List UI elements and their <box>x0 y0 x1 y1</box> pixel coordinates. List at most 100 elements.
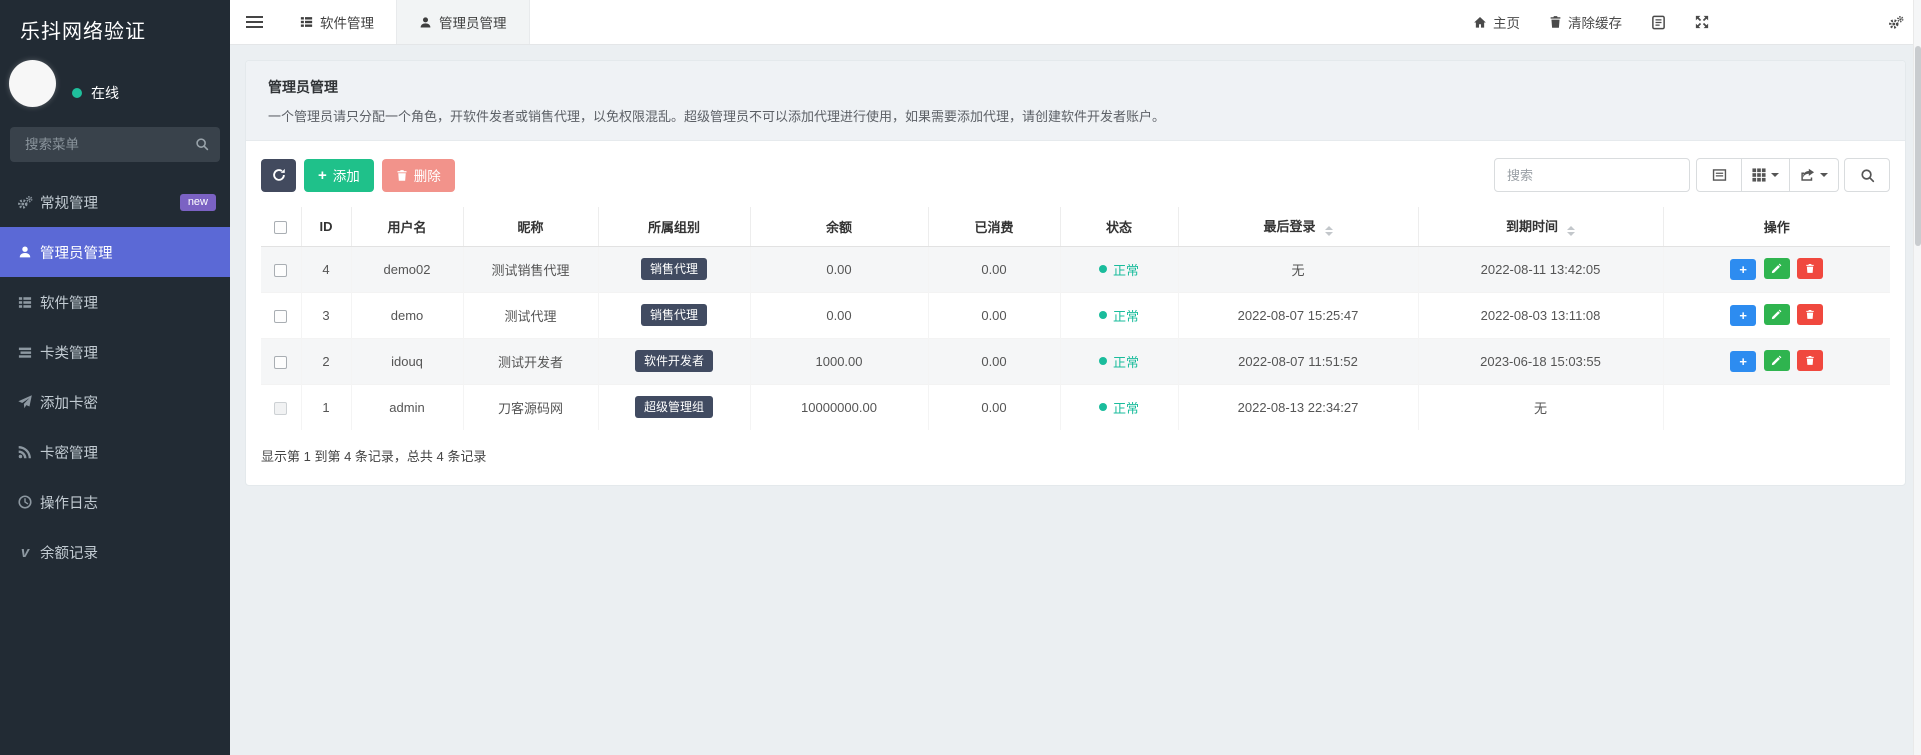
cell-last-login: 2022-08-07 11:51:52 <box>1178 338 1418 384</box>
table-row: 3 demo 测试代理 销售代理 0.00 0.00 正常 2022-08-07… <box>261 292 1890 338</box>
navbar-right: 主页 清除缓存 <box>1473 0 1921 44</box>
trash-icon <box>1805 355 1815 366</box>
sidebar-item-general[interactable]: 常规管理 new <box>0 177 230 227</box>
sidebar-toggle-button[interactable] <box>230 0 278 44</box>
add-button-label: 添加 <box>333 165 360 185</box>
cell-id: 3 <box>301 292 351 338</box>
table-row: 2 idouq 测试开发者 软件开发者 1000.00 0.00 正常 2022… <box>261 338 1890 384</box>
settings-button[interactable] <box>1888 15 1904 30</box>
row-edit-button[interactable] <box>1764 350 1790 371</box>
row-checkbox[interactable] <box>274 264 287 277</box>
home-label: 主页 <box>1493 12 1520 32</box>
chevron-down-icon <box>1820 173 1828 177</box>
cell-actions: + <box>1663 338 1890 384</box>
table-row: 1 admin 刀客源码网 超级管理组 10000000.00 0.00 正常 … <box>261 384 1890 430</box>
clock-icon <box>17 494 33 510</box>
cell-expire: 2022-08-03 13:11:08 <box>1418 292 1663 338</box>
main-area: 软件管理 管理员管理 主页 清除 <box>230 0 1921 755</box>
cell-consumed: 0.00 <box>928 246 1060 292</box>
column-header-last-login[interactable]: 最后登录 <box>1178 207 1418 246</box>
status-badge: 正常 <box>1099 352 1139 371</box>
fullscreen-button[interactable] <box>1695 15 1709 29</box>
column-header-username: 用户名 <box>351 207 463 246</box>
clear-cache-label: 清除缓存 <box>1568 12 1622 32</box>
panel-body: + 添加 删除 <box>246 141 1905 485</box>
tab-admins[interactable]: 管理员管理 <box>396 0 530 44</box>
cell-username: idouq <box>351 338 463 384</box>
row-delete-button[interactable] <box>1797 304 1823 325</box>
cell-last-login: 2022-08-07 15:25:47 <box>1178 292 1418 338</box>
column-header-expire[interactable]: 到期时间 <box>1418 207 1663 246</box>
refresh-button[interactable] <box>261 159 296 192</box>
page-scrollbar[interactable] <box>1913 0 1921 755</box>
cogs-icon <box>17 194 33 210</box>
delete-button[interactable]: 删除 <box>382 159 455 192</box>
table-search-button[interactable] <box>1844 158 1890 192</box>
app-logo: 乐抖网络验证 <box>0 0 230 50</box>
cell-id: 4 <box>301 246 351 292</box>
add-button[interactable]: + 添加 <box>304 159 374 192</box>
status-badge: 正常 <box>1099 260 1139 279</box>
language-button[interactable] <box>1651 15 1666 30</box>
trash-icon <box>396 169 408 182</box>
cell-balance: 0.00 <box>750 292 928 338</box>
scrollbar-thumb[interactable] <box>1915 46 1921 246</box>
row-edit-button[interactable] <box>1764 304 1790 325</box>
menu-search <box>10 127 220 162</box>
th-list-icon <box>17 294 33 310</box>
online-status: 在线 <box>72 83 119 103</box>
plus-icon: + <box>1739 355 1747 368</box>
tab-software[interactable]: 软件管理 <box>278 0 396 44</box>
search-icon <box>1860 168 1875 183</box>
sidebar-item-label: 卡类管理 <box>40 342 98 363</box>
plus-icon: + <box>1739 309 1747 322</box>
cell-expire: 无 <box>1418 384 1663 430</box>
row-checkbox[interactable] <box>274 310 287 323</box>
sort-icon <box>1567 226 1575 236</box>
group-badge: 软件开发者 <box>635 350 713 372</box>
sidebar-item-admins[interactable]: 管理员管理 <box>0 227 230 277</box>
admin-app: 乐抖网络验证 在线 <box>0 0 1921 755</box>
row-delete-button[interactable] <box>1797 258 1823 279</box>
sidebar-item-balance[interactable]: v 余额记录 <box>0 527 230 577</box>
avatar <box>9 60 56 107</box>
status-dot-icon <box>1099 357 1107 365</box>
user-icon <box>17 244 33 260</box>
export-button[interactable] <box>1790 158 1839 192</box>
pencil-icon <box>1771 355 1782 366</box>
sidebar-item-software[interactable]: 软件管理 <box>0 277 230 327</box>
row-checkbox[interactable] <box>274 356 287 369</box>
table-search-input[interactable] <box>1494 158 1690 192</box>
cell-username: demo02 <box>351 246 463 292</box>
status-dot-icon <box>1099 311 1107 319</box>
clear-cache-link[interactable]: 清除缓存 <box>1549 12 1622 32</box>
cell-balance: 1000.00 <box>750 338 928 384</box>
select-all-checkbox[interactable] <box>274 221 287 234</box>
cell-expire: 2023-06-18 15:03:55 <box>1418 338 1663 384</box>
columns-button[interactable] <box>1742 158 1790 192</box>
paper-plane-icon <box>17 394 33 410</box>
delete-button-label: 删除 <box>414 165 441 185</box>
sidebar-item-label: 操作日志 <box>40 492 98 513</box>
new-badge: new <box>180 194 216 211</box>
online-label: 在线 <box>91 83 119 103</box>
search-icon <box>195 137 209 151</box>
menu-search-input[interactable] <box>10 127 220 162</box>
home-link[interactable]: 主页 <box>1473 12 1520 32</box>
card-view-button[interactable] <box>1696 158 1742 192</box>
cell-username: admin <box>351 384 463 430</box>
row-add-sub-button[interactable]: + <box>1730 351 1756 372</box>
row-delete-button[interactable] <box>1797 350 1823 371</box>
column-header-nickname: 昵称 <box>463 207 598 246</box>
cell-actions <box>1663 384 1890 430</box>
row-edit-button[interactable] <box>1764 258 1790 279</box>
cell-actions: + <box>1663 292 1890 338</box>
row-add-sub-button[interactable]: + <box>1730 259 1756 280</box>
column-header-status: 状态 <box>1060 207 1178 246</box>
row-add-sub-button[interactable]: + <box>1730 305 1756 326</box>
sidebar-item-add-cards[interactable]: 添加卡密 <box>0 377 230 427</box>
admins-table: ID 用户名 昵称 所属组别 余额 已消费 状态 最后登录 到期时间 操作 <box>261 207 1890 430</box>
sidebar-item-card-types[interactable]: 卡类管理 <box>0 327 230 377</box>
sidebar-item-logs[interactable]: 操作日志 <box>0 477 230 527</box>
sidebar-item-card-keys[interactable]: 卡密管理 <box>0 427 230 477</box>
